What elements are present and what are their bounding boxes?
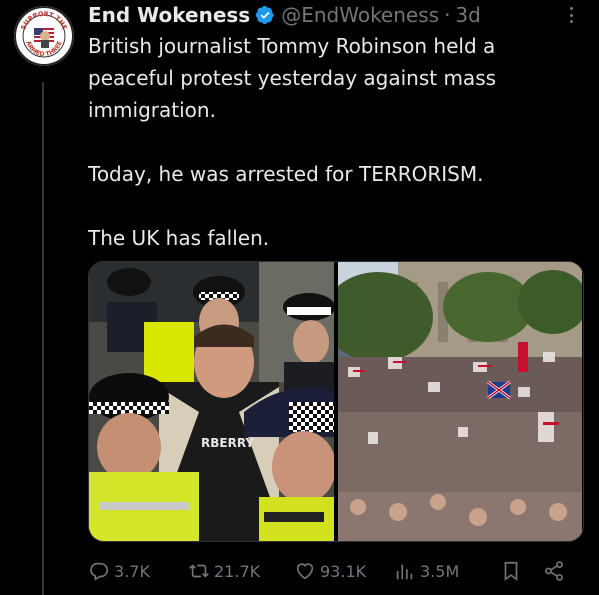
shirt-text: RBERRY	[201, 436, 254, 450]
separator-dot: ·	[444, 3, 451, 27]
avatar[interactable]: SUPPORT THE ARMED THREE	[14, 6, 74, 66]
verified-badge-icon	[255, 5, 275, 25]
share-button[interactable]	[543, 560, 565, 582]
thread-line	[42, 82, 44, 595]
text-line: immigration.	[88, 98, 216, 122]
text-line: peaceful protest yesterday against mass	[88, 66, 497, 90]
share-icon	[545, 561, 563, 581]
reply-count: 3.7K	[114, 561, 150, 581]
bookmark-icon	[504, 561, 518, 581]
repost-button[interactable]: 21.7K	[188, 560, 260, 582]
text-line: British journalist Tommy Robinson held a	[88, 34, 496, 58]
post-time[interactable]: 3d	[455, 3, 480, 27]
reply-icon	[90, 562, 109, 581]
repost-count: 21.7K	[214, 561, 261, 581]
post-header: End Wokeness @EndWokeness · 3d	[88, 2, 481, 28]
media-image-arrest[interactable]: RBERRY	[89, 262, 334, 541]
views-count: 3.5M	[420, 561, 460, 581]
more-icon[interactable]	[563, 4, 579, 26]
media-image-protest-crowd[interactable]	[338, 262, 583, 541]
author-handle[interactable]: @EndWokeness	[281, 3, 439, 27]
text-line: The UK has fallen.	[88, 226, 270, 250]
avatar-image: SUPPORT THE ARMED THREE	[14, 6, 74, 66]
views-icon	[396, 564, 413, 580]
author-name[interactable]: End Wokeness	[88, 3, 250, 27]
text-line: Today, he was arrested for TERRORISM.	[88, 162, 484, 186]
action-bar: 3.7K 21.7K 93.1K 3.5M	[88, 556, 578, 586]
like-count: 93.1K	[320, 561, 367, 581]
reply-button[interactable]: 3.7K	[88, 560, 150, 582]
bookmark-button[interactable]	[500, 560, 522, 582]
repost-icon	[189, 564, 209, 578]
media-grid: RBERRY	[88, 261, 584, 542]
like-button[interactable]: 93.1K	[294, 560, 366, 582]
views-button[interactable]: 3.5M	[394, 560, 459, 582]
post-text: British journalist Tommy Robinson held a…	[88, 30, 558, 254]
like-icon	[296, 563, 314, 580]
